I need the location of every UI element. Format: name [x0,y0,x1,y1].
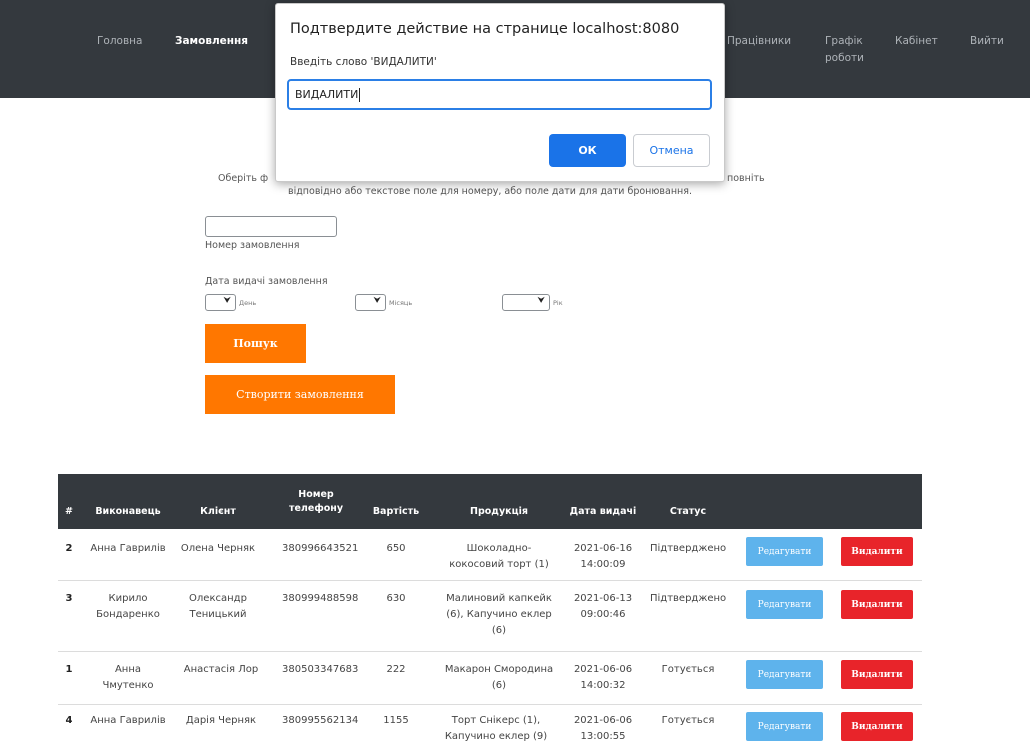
chevron-down-icon: ⮟ [537,296,545,306]
col-header-phone: Номер телефону [288,489,344,514]
row-number: 1 [65,664,73,675]
row-price: 650 [386,543,406,554]
year-label: Рік [553,299,563,307]
dialog-title: Подтвердите действие на странице localho… [290,21,680,37]
row-divider [58,580,922,581]
edit-button[interactable]: Редагувати [746,537,823,566]
row-products: Торт Снікерс (1), Капучино еклер (9) [444,715,548,742]
intro-text-start: Оберіть ф [218,173,269,184]
order-number-label: Номер замовлення [205,240,300,251]
delete-button[interactable]: Видалити [841,712,913,741]
day-label: День [239,299,257,307]
row-client: Анастасія Лор [183,664,259,675]
row-date: 2021-06-16 14:00:09 [573,543,633,570]
row-price: 1155 [383,715,409,726]
search-button[interactable]: Пошук [205,324,306,363]
row-executor: Анна Гаврилів [90,715,166,726]
nav-home[interactable]: Головна [97,33,142,50]
intro-text-line2: відповідно або текстове поле для номеру,… [288,186,692,197]
order-number-input[interactable] [205,216,337,237]
row-client: Олександр Теницький [189,593,247,620]
intro-text-end: повніть [727,173,765,184]
row-date: 2021-06-06 14:00:32 [573,664,633,691]
row-number: 2 [65,543,73,554]
ok-button[interactable]: ОК [549,134,626,167]
delete-button[interactable]: Видалити [841,660,913,689]
day-select[interactable]: ⮟ [205,294,236,311]
nav-orders[interactable]: Замовлення [175,33,248,50]
dialog-message: Введіть слово 'ВИДАЛИТИ' [290,56,437,68]
col-header-num: # [65,506,73,517]
row-phone: 380999488598 [282,593,359,604]
nav-cabinet[interactable]: Кабінет [895,33,938,50]
create-order-button[interactable]: Створити замовлення [205,375,395,414]
row-status: Підтверджено [650,543,727,554]
date-label: Дата видачі замовлення [205,276,328,287]
delete-button[interactable]: Видалити [841,590,913,619]
edit-button[interactable]: Редагувати [746,712,823,741]
delete-button[interactable]: Видалити [841,537,913,566]
edit-button[interactable]: Редагувати [746,660,823,689]
row-client: Олена Черняк [180,543,256,554]
nav-logout[interactable]: Вийти [970,33,1004,50]
year-select[interactable]: ⮟ [502,294,550,311]
row-executor: Кирило Бондаренко [96,593,160,620]
col-header-date: Дата видачі [569,506,637,517]
chevron-down-icon: ⮟ [373,296,381,306]
orders-table-header [58,474,922,529]
edit-button[interactable]: Редагувати [746,590,823,619]
col-header-products: Продукція [470,506,528,517]
row-number: 4 [65,715,73,726]
chevron-down-icon: ⮟ [223,296,231,306]
row-status: Готується [661,715,715,726]
row-status: Підтверджено [650,593,727,604]
row-date: 2021-06-13 09:00:46 [573,593,633,620]
text-caret [359,88,361,102]
dialog-input-value: ВИДАЛИТИ [295,88,359,101]
nav-schedule[interactable]: Графік роботи [825,33,875,67]
nav-workers[interactable]: Працівники [727,33,791,50]
col-header-price: Вартість [372,506,420,517]
row-client: Дарія Черняк [185,715,257,726]
row-divider [58,704,922,705]
row-phone: 380503347683 [282,664,359,675]
row-products: Шоколадно-кокосовий торт (1) [449,543,549,570]
row-phone: 380996643521 [282,543,359,554]
row-price: 630 [386,593,406,604]
month-label: Місяць [389,299,413,307]
col-header-executor: Виконавець [95,506,161,517]
row-divider [58,651,922,652]
month-select[interactable]: ⮟ [355,294,386,311]
row-products: Малиновий капкейк (6), Капучино еклер (6… [446,593,552,636]
confirm-dialog: Подтвердите действие на странице localho… [275,3,725,182]
row-executor: Анна Чмутенко [102,664,154,691]
row-products: Макарон Смородина (6) [444,664,554,691]
dialog-text-input[interactable]: ВИДАЛИТИ [287,79,712,110]
col-header-status: Статус [669,506,707,517]
row-price: 222 [386,664,406,675]
col-header-client: Клієнт [200,506,236,517]
row-executor: Анна Гаврилів [90,543,166,554]
cancel-button[interactable]: Отмена [633,134,710,167]
row-number: 3 [65,593,73,604]
row-status: Готується [661,664,715,675]
row-phone: 380995562134 [282,715,359,726]
row-date: 2021-06-06 13:00:55 [573,715,633,742]
